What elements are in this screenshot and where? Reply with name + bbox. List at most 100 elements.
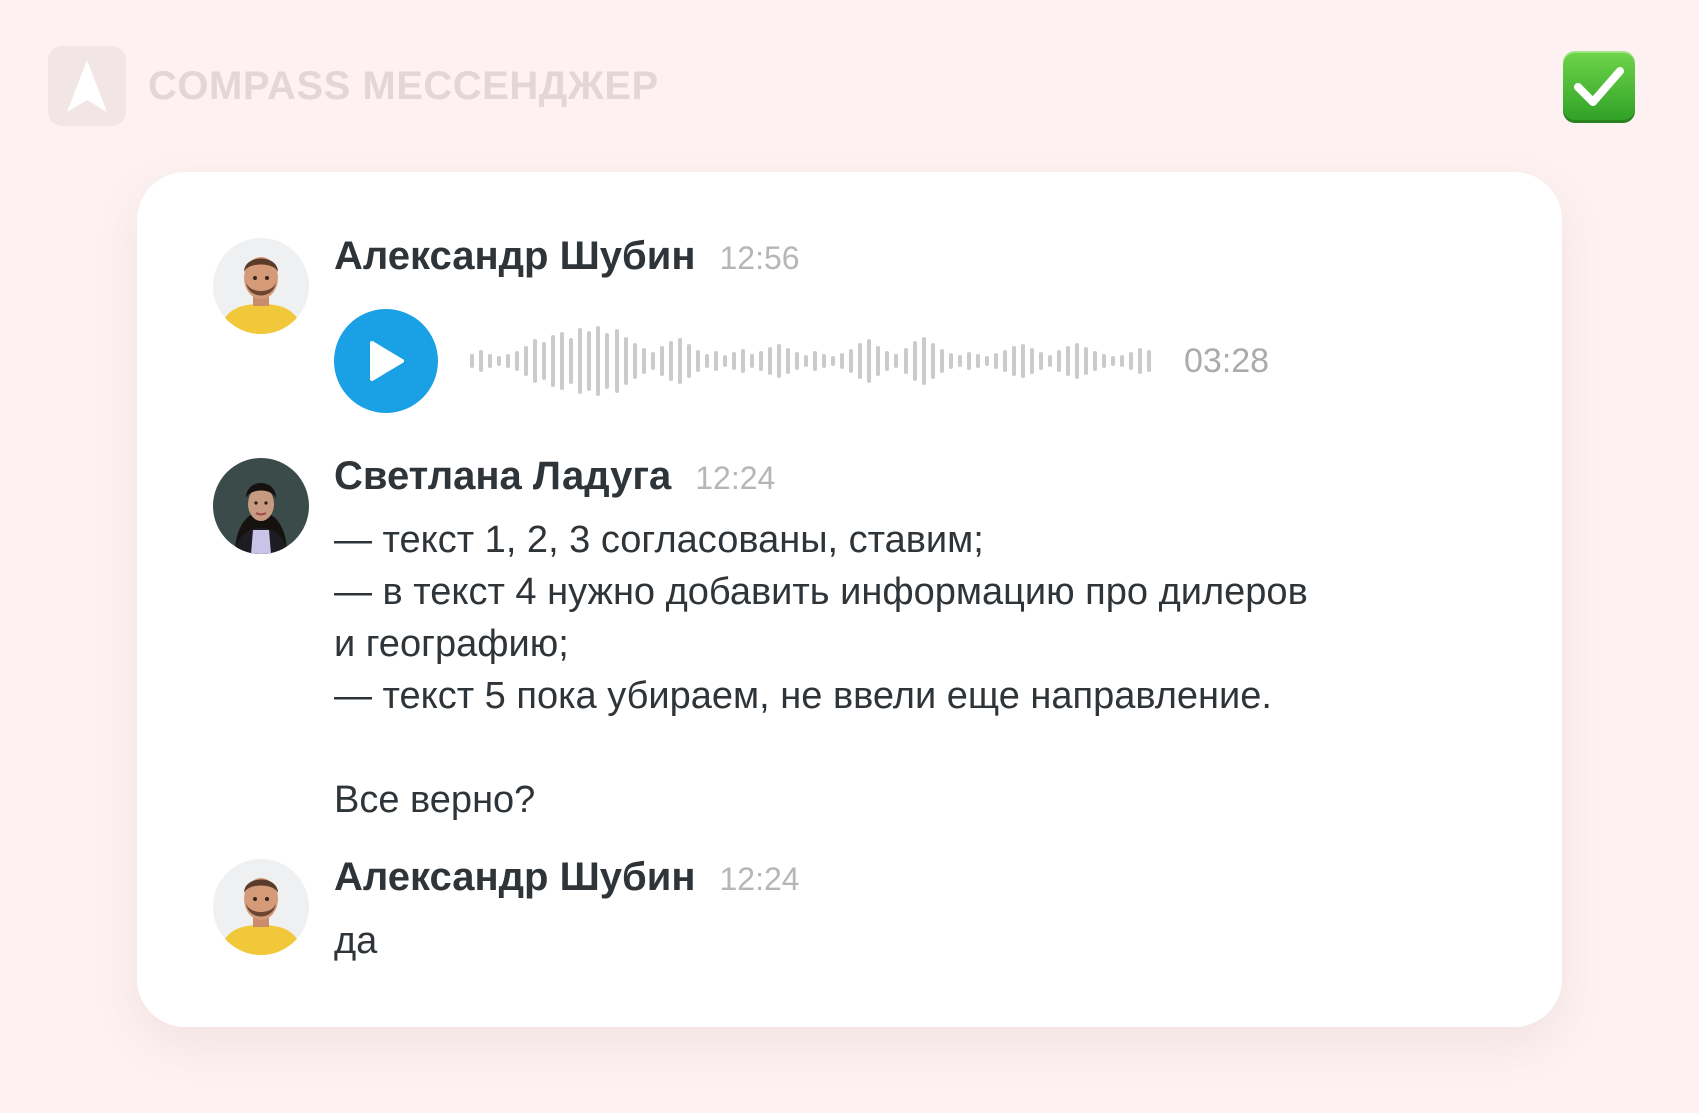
waveform-bar — [560, 332, 565, 390]
waveform-bar — [912, 341, 917, 381]
waveform-bar — [506, 354, 511, 368]
message-text: Александр Шубин 12:24 да — [213, 855, 1502, 967]
waveform-bar — [1102, 354, 1107, 368]
waveform-bar — [885, 351, 890, 371]
waveform-bar — [641, 348, 646, 374]
waveform-bar — [831, 356, 836, 366]
waveform-bar — [470, 354, 474, 368]
app-title: COMPASS МЕССЕНДЖЕР — [148, 63, 659, 108]
waveform-bar — [903, 348, 908, 374]
message-voice: Александр Шубин 12:56 03:28 — [213, 234, 1502, 413]
voice-message: 03:28 — [334, 309, 1502, 413]
waveform-bar — [993, 353, 998, 369]
waveform-bar — [768, 347, 773, 375]
waveform-bar — [1029, 348, 1034, 374]
waveform-bar — [867, 339, 872, 383]
waveform-bar — [650, 352, 655, 370]
voice-duration: 03:28 — [1184, 341, 1270, 380]
waveform-bar — [849, 349, 854, 373]
waveform-bar — [551, 335, 556, 387]
message-time: 12:56 — [719, 240, 800, 276]
waveform-bar — [840, 353, 845, 369]
waveform-bar — [1111, 356, 1116, 366]
waveform-bar — [533, 339, 538, 383]
message-text-content: да — [334, 920, 378, 962]
message-time: 12:24 — [695, 460, 776, 496]
waveform-bar — [1129, 352, 1134, 370]
waveform-bar — [1084, 347, 1089, 375]
waveform-bar — [704, 354, 709, 368]
waveform-bar — [497, 356, 502, 366]
waveform-bar — [740, 349, 745, 373]
waveform-bar — [623, 337, 628, 385]
waveform-bar — [677, 338, 682, 384]
play-button[interactable] — [334, 309, 438, 413]
waveform-bar — [948, 353, 953, 369]
waveform-bar — [749, 354, 754, 368]
waveform-bar — [596, 326, 601, 396]
play-icon — [370, 341, 404, 381]
waveform-bar — [975, 354, 980, 368]
avatar-woman[interactable] — [213, 458, 309, 554]
chat-card: Александр Шубин 12:56 03:28 Светлана Лад… — [137, 172, 1562, 1027]
waveform-bar — [813, 351, 818, 371]
waveform-bar — [939, 349, 944, 373]
author-name[interactable]: Александр Шубин — [334, 234, 695, 279]
waveform-bar — [930, 343, 935, 379]
waveform-bar — [1075, 343, 1080, 379]
waveform-bar — [578, 328, 583, 394]
waveform-bar — [1038, 352, 1043, 370]
waveform-bar — [1138, 348, 1143, 374]
waveform-bar — [605, 333, 610, 389]
waveform-bar — [542, 342, 547, 380]
waveform-bar — [966, 352, 971, 370]
waveform-bar — [479, 350, 484, 372]
message-text-content: — текст 1, 2, 3 согласованы, ставим; — в… — [334, 519, 1308, 821]
waveform-bar — [822, 354, 827, 368]
waveform-bar — [524, 346, 529, 376]
waveform-bar — [722, 355, 727, 367]
waveform-bar — [587, 331, 592, 391]
message-time: 12:24 — [719, 861, 800, 897]
waveform-bar — [731, 352, 736, 370]
waveform-bar — [686, 344, 691, 378]
waveform-bar — [759, 351, 763, 371]
waveform-bar — [1093, 351, 1098, 371]
waveform-bar — [1120, 355, 1125, 367]
waveform-bar — [1002, 350, 1007, 372]
compass-logo-icon — [48, 46, 126, 126]
author-name[interactable]: Светлана Ладуга — [334, 454, 671, 499]
app-brand: COMPASS МЕССЕНДЖЕР — [48, 46, 659, 126]
waveform-bar — [632, 343, 637, 379]
waveform-bar — [488, 354, 493, 368]
waveform-bar — [1011, 346, 1016, 376]
waveform-bar — [876, 346, 881, 376]
waveform-bar — [1020, 344, 1025, 378]
waveform-bar — [894, 354, 899, 368]
waveform-bar — [804, 355, 809, 367]
waveform-bar — [515, 351, 520, 371]
avatar-man[interactable] — [213, 859, 309, 955]
waveform-bar — [569, 338, 574, 384]
waveform-bar — [614, 329, 619, 393]
message-text: Светлана Ладуга 12:24 — текст 1, 2, 3 со… — [213, 454, 1502, 826]
avatar-man[interactable] — [213, 238, 309, 334]
waveform-bar — [695, 350, 700, 372]
waveform-bar — [984, 356, 989, 366]
check-mark-button-icon — [1563, 51, 1635, 123]
waveform-bar — [668, 341, 673, 381]
waveform-bar — [858, 343, 863, 379]
waveform-bar — [795, 352, 800, 370]
waveform-bar — [1048, 355, 1052, 367]
waveform-bar — [1066, 346, 1071, 376]
waveform-bar — [1057, 350, 1062, 372]
voice-waveform[interactable] — [470, 325, 1152, 397]
waveform-bar — [921, 337, 926, 385]
waveform-bar — [777, 344, 782, 378]
waveform-bar — [659, 346, 664, 376]
waveform-bar — [957, 355, 962, 367]
author-name[interactable]: Александр Шубин — [334, 855, 695, 900]
waveform-bar — [786, 348, 791, 374]
waveform-bar — [713, 351, 718, 371]
waveform-bar — [1147, 350, 1152, 372]
